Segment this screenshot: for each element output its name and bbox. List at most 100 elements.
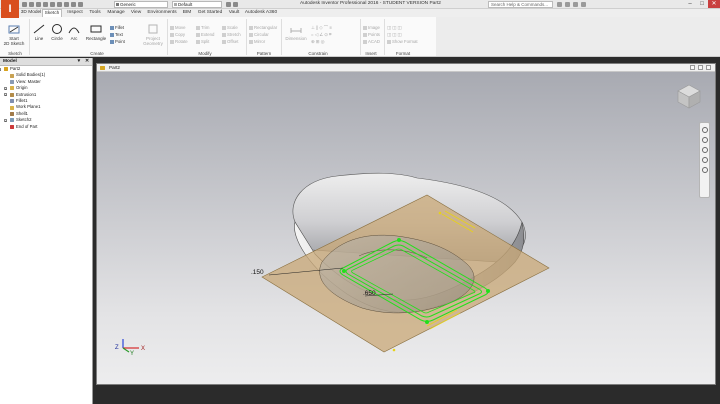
start-2d-sketch-button[interactable]: Start 2D Sketch — [3, 23, 25, 46]
model-browser-title: Model — [3, 59, 17, 64]
stretch-tool-button[interactable]: Stretch — [222, 32, 241, 37]
tree-item-icon — [10, 79, 14, 84]
appearance-select[interactable]: Default — [172, 1, 222, 8]
format-style-icon[interactable]: ◫ ◫ ◫ — [387, 25, 402, 30]
fillet-icon — [110, 25, 114, 30]
document-tab[interactable]: Part2 — [97, 64, 715, 72]
tab-manage[interactable]: Manage — [104, 9, 128, 17]
tab-inspect[interactable]: Inspect — [64, 9, 86, 17]
zoom-icon[interactable] — [702, 147, 708, 153]
mirror-button[interactable]: Mirror — [249, 39, 265, 44]
circular-pattern-button[interactable]: Circular — [249, 32, 269, 37]
ribbon-panel: Start 2D Sketch Sketch Line Circle Arc R… — [0, 17, 436, 57]
maximize-button[interactable]: □ — [696, 0, 708, 8]
group-label-modify: Modify — [198, 51, 212, 56]
application-menu-button[interactable]: I — [1, 0, 19, 18]
tab-get-started[interactable]: Get Started — [196, 9, 224, 17]
status-area — [93, 388, 720, 404]
parallel-constraint-icon[interactable]: = ◁ ∠ ⊙ ⌗ — [311, 32, 331, 37]
close-window-button[interactable]: ✕ — [708, 0, 720, 8]
quick-access-customize-icon[interactable] — [233, 2, 238, 7]
measure-icon[interactable] — [78, 2, 83, 7]
copy-tool-button[interactable]: Copy — [170, 32, 185, 37]
tree-expand-icon[interactable]: + — [4, 118, 7, 122]
rotate-tool-button[interactable]: Rotate — [170, 39, 188, 44]
fillet-tool-button[interactable]: Fillet — [110, 25, 124, 30]
rectangle-tool-button[interactable]: Rectangle — [84, 23, 108, 41]
graphics-window[interactable]: Part2 .150 .650 Z X Y — [96, 63, 716, 385]
browser-close-icon[interactable]: ✕ — [85, 58, 89, 66]
search-help-input[interactable]: Search Help & Commands... — [488, 1, 553, 8]
sketch-point[interactable] — [397, 238, 401, 242]
offset-tool-button[interactable]: Offset — [222, 39, 238, 44]
dimension-value[interactable]: .650 — [363, 290, 376, 297]
insert-points-button[interactable]: Points — [363, 32, 380, 37]
project-geometry-button[interactable]: Project Geometry — [140, 23, 166, 46]
point-tool-button[interactable]: Point — [110, 39, 125, 44]
extend-tool-button[interactable]: Extend — [196, 32, 214, 37]
text-tool-button[interactable]: Text — [110, 32, 123, 37]
orbit-icon[interactable] — [702, 157, 708, 163]
fix-constraint-icon[interactable]: ⊕ ⊞ ◎ — [311, 39, 324, 44]
rectangular-pattern-button[interactable]: Rectangular — [249, 25, 277, 30]
sketch-point[interactable] — [486, 289, 490, 293]
pan-icon[interactable] — [702, 137, 708, 143]
insert-acad-button[interactable]: ACAD — [363, 39, 380, 44]
tab-autodesk-a360[interactable]: Autodesk A360 — [244, 9, 278, 17]
move-tool-button[interactable]: Move — [170, 25, 186, 30]
tab-view[interactable]: View — [128, 9, 144, 17]
tab-3d-model[interactable]: 3D Model — [20, 9, 42, 17]
show-format-button[interactable]: Show Format — [387, 39, 418, 44]
group-separator — [360, 19, 361, 55]
look-at-icon[interactable] — [702, 167, 708, 173]
full-navigation-wheel-icon[interactable] — [702, 127, 708, 133]
tab-vault[interactable]: Vault — [226, 9, 242, 17]
undo-icon[interactable] — [43, 2, 48, 7]
help-icon[interactable] — [581, 2, 586, 7]
select-icon[interactable] — [71, 2, 76, 7]
dimension-value[interactable]: .150 — [251, 269, 264, 276]
redo-icon[interactable] — [50, 2, 55, 7]
viewcube-icon[interactable] — [675, 82, 703, 110]
fx-parameters-icon[interactable] — [226, 2, 231, 7]
material-select[interactable]: Generic — [114, 1, 168, 8]
home-icon[interactable] — [57, 2, 62, 7]
search-icon[interactable] — [557, 2, 562, 7]
user-sign-in-icon[interactable] — [565, 2, 570, 7]
exchange-apps-icon[interactable] — [573, 2, 578, 7]
tree-expand-icon[interactable]: + — [0, 67, 1, 71]
insert-image-button[interactable]: Image — [363, 25, 380, 30]
update-icon[interactable] — [64, 2, 69, 7]
tree-expand-icon[interactable]: + — [4, 86, 7, 90]
trim-tool-button[interactable]: Trim — [196, 25, 209, 30]
line-tool-button[interactable]: Line — [31, 23, 47, 41]
arc-tool-button[interactable]: Arc — [66, 23, 82, 41]
format-linetype-icon[interactable]: ◫ ◫ ◫ — [387, 32, 402, 37]
tab-tools[interactable]: Tools — [86, 9, 104, 17]
browser-tree-item[interactable]: End of Part — [0, 124, 92, 130]
minimize-button[interactable]: – — [684, 0, 696, 8]
sketch-point[interactable] — [342, 269, 346, 273]
new-file-icon[interactable] — [22, 2, 27, 7]
tab-bim[interactable]: BIM — [180, 9, 194, 17]
tab-sketch[interactable]: Sketch — [42, 9, 62, 17]
3d-model-scene[interactable] — [97, 72, 716, 385]
scale-tool-button[interactable]: Scale — [222, 25, 238, 30]
save-icon[interactable] — [36, 2, 41, 7]
browser-dropdown-icon[interactable]: ▾ — [78, 58, 80, 66]
tab-environments[interactable]: Environments — [146, 9, 178, 17]
doc-minimize-icon[interactable] — [690, 65, 695, 70]
project-geometry-icon — [148, 24, 158, 34]
group-label-constrain: Constrain — [308, 51, 328, 56]
open-file-icon[interactable] — [29, 2, 34, 7]
tree-expand-icon[interactable]: + — [4, 93, 7, 97]
triad-z-label: Z — [115, 345, 119, 351]
doc-close-icon[interactable] — [706, 65, 711, 70]
dimension-button[interactable]: Dimension — [283, 23, 309, 41]
tree-item-icon — [10, 73, 14, 78]
circle-tool-button[interactable]: Circle — [49, 23, 65, 41]
split-tool-button[interactable]: Split — [196, 39, 209, 44]
sketch-point[interactable] — [425, 320, 429, 324]
doc-restore-icon[interactable] — [698, 65, 703, 70]
coincident-constraint-icon[interactable]: ⊥ ∥ ◇ ⌒ ≡ — [311, 25, 332, 30]
